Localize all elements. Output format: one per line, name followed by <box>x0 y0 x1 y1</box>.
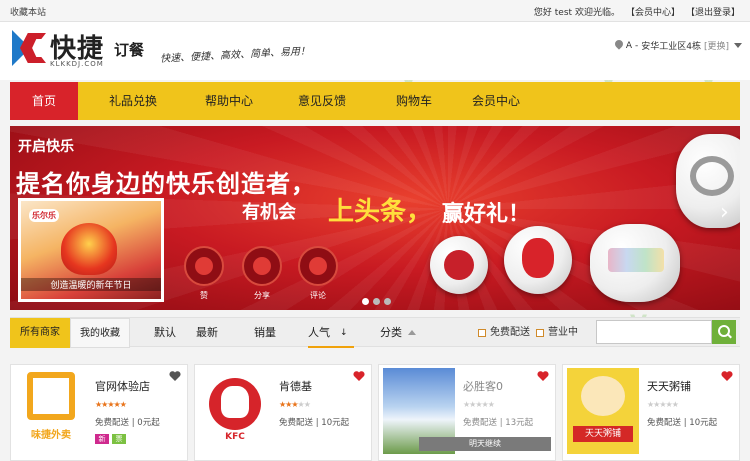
shop-logo: KFC <box>199 368 271 454</box>
sort-category[interactable]: 分类 <box>380 318 402 348</box>
sort-sales[interactable]: 销量 <box>254 318 276 348</box>
banner-dot[interactable] <box>373 298 380 305</box>
tab-all-shops[interactable]: 所有商家 <box>10 318 70 348</box>
arrow-down-icon: ↓ <box>340 328 348 338</box>
nav-item-home[interactable]: 首页 <box>10 82 78 120</box>
member-center-link[interactable]: 【会员中心】 <box>626 5 680 18</box>
like-label: 赞 <box>200 291 208 300</box>
shop-rating: ★★★★★ <box>279 400 311 409</box>
nav-item-help[interactable]: 帮助中心 <box>188 82 270 120</box>
banner-headline: 提名你身边的快乐创造者， <box>16 170 316 198</box>
free-delivery-checkbox[interactable]: 免费配送 <box>478 318 530 348</box>
user-links: 您好 test 欢迎光临。 【会员中心】 【退出登录】 <box>534 5 740 18</box>
username: test <box>554 8 573 18</box>
search-icon[interactable] <box>712 320 736 344</box>
shop-rating: ★★★★★ <box>463 400 495 409</box>
tag-invoice: 票 <box>112 434 126 444</box>
closed-badge: 明天继续 <box>419 437 551 451</box>
banner-sub-a: 有机会 <box>242 202 296 223</box>
location-change-link[interactable]: [更换] <box>704 39 729 52</box>
location-name: 安华工业区4栋 <box>641 42 701 52</box>
shop-tags: 新 票 <box>95 434 126 444</box>
nav-item-feedback[interactable]: 意见反馈 <box>270 82 374 120</box>
gift-headphones-image <box>430 236 488 294</box>
shop-meta: 免费配送 | 13元起 <box>463 418 534 428</box>
shop-card[interactable]: 天天粥铺 天天粥铺 ★★★★★ 免费配送 | 10元起 <box>562 364 740 461</box>
filter-bar: 所有商家 我的收藏 默认 最新 销量 人气 ↓ 分类 免费配送 营业中 <box>10 317 740 348</box>
sort-newest[interactable]: 最新 <box>196 318 218 348</box>
pin-icon <box>615 40 623 51</box>
shop-name[interactable]: 官网体验店 <box>95 378 150 394</box>
banner-sub-b: 赢好礼！ <box>442 202 531 227</box>
shop-card[interactable]: 必胜客0 ★★★★★ 免费配送 | 13元起 明天继续 <box>378 364 556 461</box>
header: 快捷 KLKKDJ.COM 订餐 快速、便捷、高效、简单、易用！ A - 安华工… <box>0 22 750 80</box>
gift-cups-image <box>590 224 680 302</box>
shop-name[interactable]: 天天粥铺 <box>647 378 691 394</box>
share-label: 分享 <box>254 291 270 300</box>
shop-card[interactable]: KFC 肯德基 ★★★★★ 免费配送 | 10元起 <box>194 364 372 461</box>
share-icon[interactable] <box>242 246 282 286</box>
banner-photo: 乐尔乐 创造温暖的新年节日 <box>18 198 164 302</box>
promo-banner[interactable]: 开启快乐 提名你身边的快乐创造者， 有机会 上头条， 赢好礼！ 乐尔乐 创造温暖… <box>10 126 740 310</box>
heart-icon[interactable] <box>169 370 181 382</box>
nav-item-member[interactable]: 会员中心 <box>454 82 538 120</box>
shop-logo: 天天粥铺 <box>567 368 639 454</box>
location-selector[interactable]: A - 安华工业区4栋 [更换] <box>615 39 742 52</box>
shop-logo: 味捷外卖 <box>15 368 87 454</box>
tab-my-favorites[interactable]: 我的收藏 <box>70 318 130 348</box>
search-input[interactable] <box>596 320 712 344</box>
location-prefix: A <box>625 40 632 51</box>
like-icon[interactable] <box>184 246 224 286</box>
shop-meta: 免费配送 | 0元起 <box>95 418 160 428</box>
logo-subtitle: 订餐 <box>114 41 145 59</box>
top-bar: 收藏本站 您好 test 欢迎光临。 【会员中心】 【退出登录】 <box>0 0 750 22</box>
favorite-link[interactable]: 收藏本站 <box>10 5 46 18</box>
banner-dot[interactable] <box>384 298 391 305</box>
tag-new: 新 <box>95 434 109 444</box>
caret-down-icon[interactable] <box>734 43 742 48</box>
heart-icon[interactable] <box>353 370 365 382</box>
gift-speaker-image <box>504 226 572 294</box>
slogan: 快速、便捷、高效、简单、易用！ <box>159 46 311 65</box>
comment-icon[interactable] <box>298 246 338 286</box>
nav-item-cart[interactable]: 购物车 <box>374 82 454 120</box>
heart-icon[interactable] <box>721 370 733 382</box>
shop-card[interactable]: 味捷外卖 官网体验店 ★★★★★ 免费配送 | 0元起 新 票 <box>10 364 188 461</box>
shop-meta: 免费配送 | 10元起 <box>279 418 350 428</box>
photo-brand: 乐尔乐 <box>29 209 59 222</box>
photo-caption: 创造温暖的新年节日 <box>21 278 161 291</box>
main-nav: 首页 礼品兑换 帮助中心 意见反馈 购物车 会员中心 <box>10 82 740 120</box>
nav-item-gifts[interactable]: 礼品兑换 <box>78 82 188 120</box>
shop-rating: ★★★★★ <box>647 400 679 409</box>
shop-rating: ★★★★★ <box>95 400 127 409</box>
heart-icon[interactable] <box>537 370 549 382</box>
logo-icon[interactable] <box>12 30 48 66</box>
shop-name[interactable]: 肯德基 <box>279 378 312 394</box>
comment-label: 评论 <box>310 291 326 300</box>
sort-popularity[interactable]: 人气 ↓ <box>308 318 354 348</box>
banner-next-arrow-icon[interactable]: › <box>720 198 730 228</box>
lion-dance-image <box>61 223 117 275</box>
logo-domain: KLKKDJ.COM <box>50 60 104 68</box>
sort-default[interactable]: 默认 <box>154 318 176 348</box>
checkbox-icon <box>536 329 544 337</box>
banner-sub-highlight: 上头条， <box>328 197 433 227</box>
banner-dot[interactable] <box>362 298 369 305</box>
shop-name[interactable]: 必胜客0 <box>463 378 503 394</box>
logout-link[interactable]: 【退出登录】 <box>686 5 740 18</box>
banner-tagline: 开启快乐 <box>18 139 74 155</box>
checkbox-icon <box>478 329 486 337</box>
caret-up-icon <box>408 330 416 335</box>
shop-meta: 免费配送 | 10元起 <box>647 418 718 428</box>
open-now-checkbox[interactable]: 营业中 <box>536 318 578 348</box>
gift-bracelets-image <box>676 134 740 228</box>
banner-pagination <box>362 298 391 305</box>
greeting: 您好 test 欢迎光临。 <box>533 8 620 18</box>
